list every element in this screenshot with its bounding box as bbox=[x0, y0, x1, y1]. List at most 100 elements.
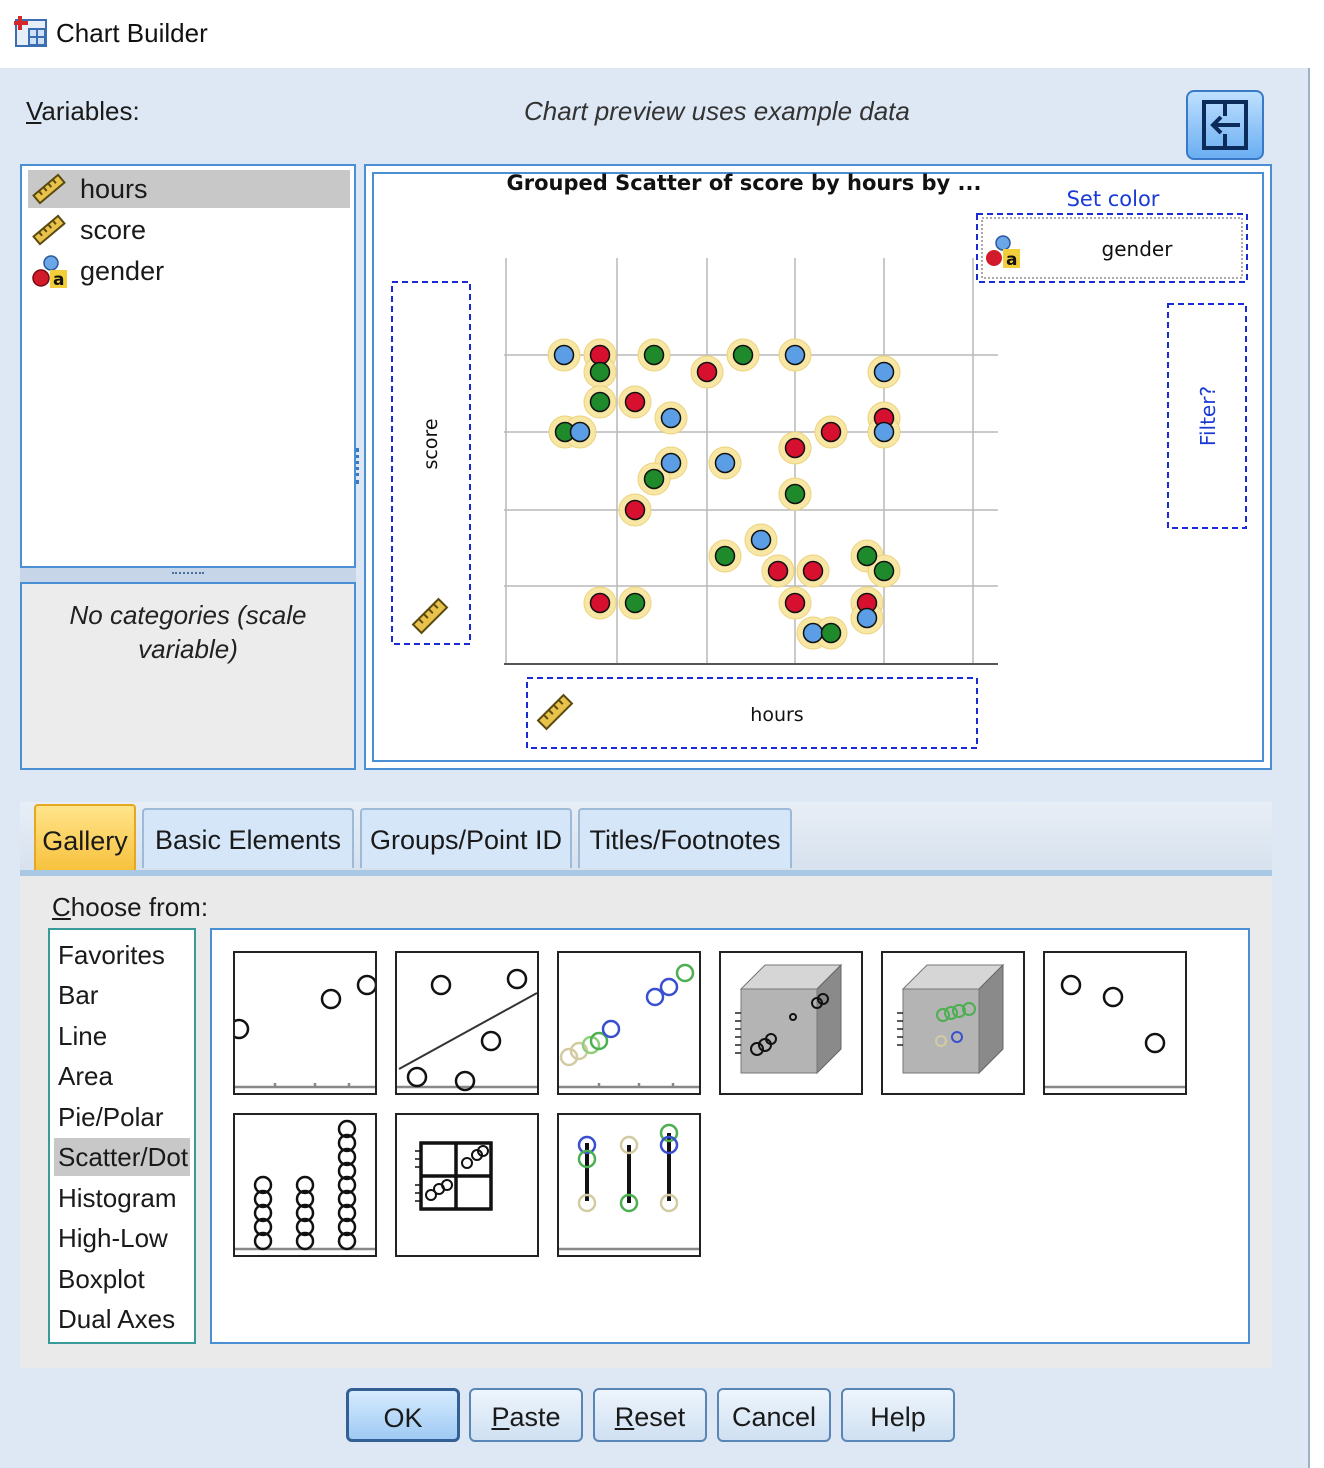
simple-3d-scatter-icon[interactable] bbox=[719, 951, 863, 1095]
preview-point bbox=[767, 560, 789, 582]
chart-builder-app-icon bbox=[14, 16, 47, 47]
preview-point bbox=[589, 361, 611, 383]
scatter-fit-line-icon[interactable] bbox=[395, 951, 539, 1095]
reset-button[interactable]: Reset bbox=[593, 1388, 707, 1442]
chart-type-bar[interactable]: Bar bbox=[54, 976, 190, 1014]
chart-type-boxplot[interactable]: Boxplot bbox=[54, 1260, 190, 1298]
preview-point bbox=[589, 592, 611, 614]
choose-from-label: Choose from: bbox=[52, 892, 209, 922]
chart-type-list[interactable]: Favorites Bar Line Area Pie/Polar Scatte… bbox=[48, 928, 196, 1344]
svg-text:a: a bbox=[1006, 250, 1017, 270]
preview-point bbox=[660, 407, 682, 429]
preview-point bbox=[784, 483, 806, 505]
chart-preview-svg: Grouped Scatter of score by hours by ...… bbox=[391, 172, 1248, 749]
preview-point bbox=[714, 545, 736, 567]
preview-point bbox=[732, 344, 754, 366]
variable-item-score[interactable]: score bbox=[28, 211, 350, 249]
nominal-variable-icon: a bbox=[32, 255, 67, 290]
preview-point bbox=[624, 499, 646, 521]
preview-point bbox=[856, 545, 878, 567]
preview-point bbox=[660, 452, 682, 474]
variables-label: Variables: bbox=[26, 96, 140, 126]
preview-point bbox=[643, 468, 665, 490]
preview-caption: Chart preview uses example data bbox=[524, 96, 910, 126]
preview-point bbox=[750, 529, 772, 551]
variable-label: gender bbox=[80, 256, 165, 286]
grouped-3d-scatter-icon[interactable] bbox=[881, 951, 1025, 1095]
categories-message: No categories (scale variable) bbox=[69, 600, 307, 664]
preview-point bbox=[624, 592, 646, 614]
grouped-scatter-icon[interactable] bbox=[557, 951, 701, 1095]
preview-points bbox=[547, 338, 901, 650]
list-splitter-handle[interactable] bbox=[20, 568, 356, 582]
color-drop-zone[interactable]: a gender bbox=[976, 213, 1248, 283]
variable-label: score bbox=[80, 215, 147, 245]
variable-item-gender[interactable]: a gender bbox=[28, 252, 350, 290]
ruler-icon bbox=[32, 214, 66, 246]
simple-dot-plot-icon[interactable] bbox=[233, 1113, 377, 1257]
preview-point bbox=[873, 361, 895, 383]
tab-basic-elements[interactable]: Basic Elements bbox=[142, 808, 354, 868]
preview-point bbox=[553, 344, 575, 366]
preview-point bbox=[589, 344, 611, 366]
preview-point bbox=[696, 361, 718, 383]
window-title: Chart Builder bbox=[56, 18, 208, 48]
ruler-icon bbox=[32, 173, 66, 205]
y-axis-drop-zone[interactable]: score bbox=[391, 281, 471, 645]
chart-type-histogram[interactable]: Histogram bbox=[54, 1179, 190, 1217]
preview-point bbox=[784, 437, 806, 459]
chart-type-dual-axes[interactable]: Dual Axes bbox=[54, 1300, 190, 1338]
chart-type-high-low[interactable]: High-Low bbox=[54, 1219, 190, 1257]
title-bar: Chart Builder bbox=[0, 0, 1324, 68]
preview-point bbox=[624, 391, 646, 413]
svg-text:a: a bbox=[53, 270, 64, 290]
filter-label: Filter? bbox=[1196, 386, 1220, 446]
ok-button[interactable]: OK bbox=[346, 1388, 460, 1442]
chart-type-favorites[interactable]: Favorites bbox=[54, 936, 190, 974]
preview-point bbox=[569, 421, 591, 443]
canvas-resize-handle[interactable] bbox=[356, 448, 367, 484]
variable-label: hours bbox=[80, 174, 148, 204]
paste-button[interactable]: Paste bbox=[469, 1388, 583, 1442]
tab-gallery[interactable]: Gallery bbox=[34, 804, 136, 872]
tab-titles-footnotes[interactable]: Titles/Footnotes bbox=[578, 808, 792, 868]
summary-point-icon[interactable] bbox=[1043, 951, 1187, 1095]
preview-point bbox=[802, 622, 824, 644]
chart-type-area[interactable]: Area bbox=[54, 1057, 190, 1095]
chart-type-line[interactable]: Line bbox=[54, 1017, 190, 1055]
categories-panel: No categories (scale variable) bbox=[20, 582, 356, 770]
x-axis-drop-zone[interactable]: hours bbox=[526, 677, 978, 749]
preview-point bbox=[856, 607, 878, 629]
preview-point bbox=[784, 592, 806, 614]
color-drop-variable: gender bbox=[1102, 237, 1174, 261]
preview-title: Grouped Scatter of score by hours by ... bbox=[507, 172, 982, 195]
variable-item-hours[interactable]: hours bbox=[28, 170, 350, 208]
drop-line-icon[interactable] bbox=[557, 1113, 701, 1257]
collapse-arrow-icon bbox=[1202, 100, 1248, 150]
preview-point bbox=[714, 452, 736, 474]
x-axis-variable: hours bbox=[750, 704, 803, 726]
chart-type-scatter-dot[interactable]: Scatter/Dot bbox=[54, 1138, 190, 1176]
preview-point bbox=[784, 344, 806, 366]
preview-gridlines bbox=[504, 258, 998, 664]
y-axis-variable: score bbox=[420, 418, 442, 469]
preview-point bbox=[643, 344, 665, 366]
variables-list[interactable]: hours score a gender bbox=[20, 164, 356, 568]
preview-point bbox=[802, 560, 824, 582]
cancel-button[interactable]: Cancel bbox=[717, 1388, 831, 1442]
preview-point bbox=[820, 421, 842, 443]
filter-drop-zone[interactable]: Filter? bbox=[1167, 303, 1247, 529]
help-button[interactable]: Help bbox=[841, 1388, 955, 1442]
grip-icon bbox=[172, 572, 204, 578]
preview-point bbox=[820, 622, 842, 644]
preview-point bbox=[873, 421, 895, 443]
chart-type-pie-polar[interactable]: Pie/Polar bbox=[54, 1098, 190, 1136]
preview-point bbox=[873, 560, 895, 582]
tab-groups-point-id[interactable]: Groups/Point ID bbox=[360, 808, 572, 868]
scatterplot-matrix-icon[interactable] bbox=[395, 1113, 539, 1257]
set-color-label: Set color bbox=[1067, 187, 1160, 211]
collapse-panel-button[interactable] bbox=[1186, 90, 1264, 160]
preview-point bbox=[589, 391, 611, 413]
window-right-edge bbox=[1308, 68, 1324, 1468]
simple-scatter-icon[interactable] bbox=[233, 951, 377, 1095]
